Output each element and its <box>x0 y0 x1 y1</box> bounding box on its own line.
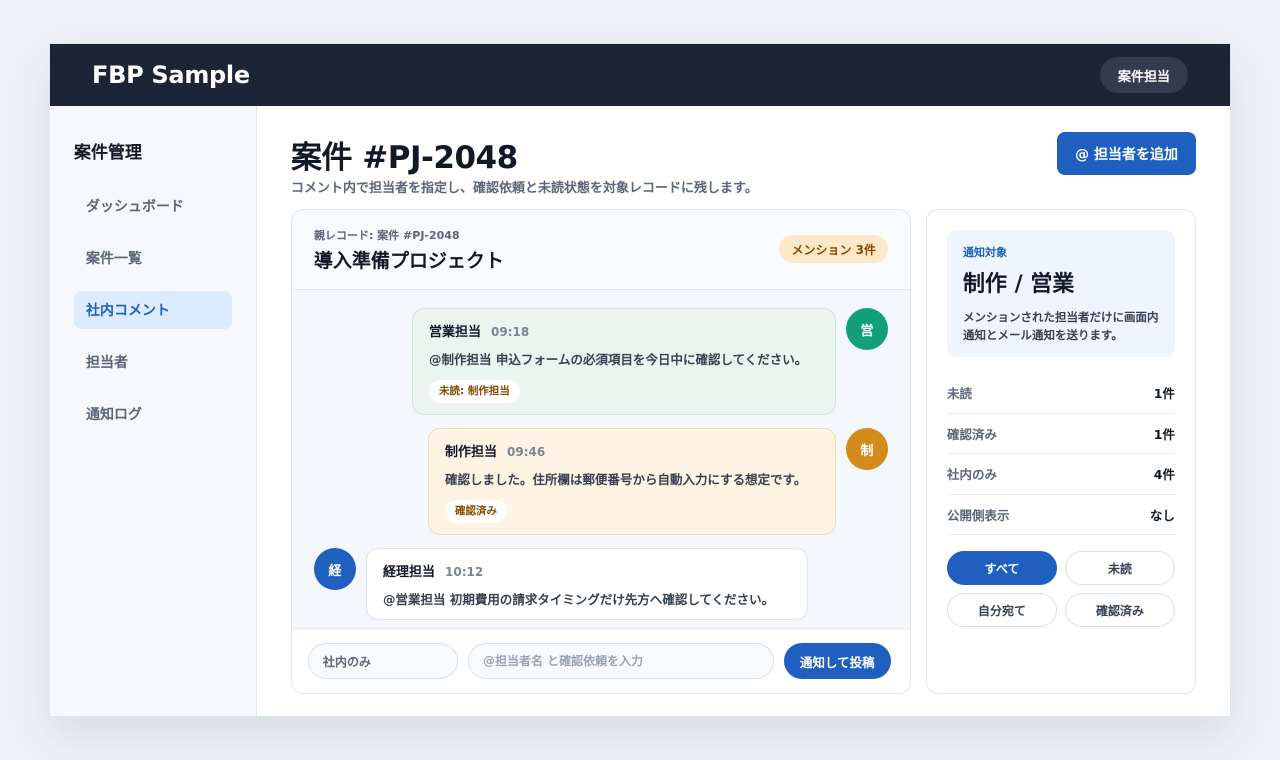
role-button[interactable]: 案件担当 <box>1099 57 1188 93</box>
stat-value: 1件 <box>1153 386 1175 402</box>
main-content: 案件 #PJ-2048 コメント内で担当者を指定し、確認依頼と未読状態を対象レコ… <box>257 106 1230 716</box>
app-title: FBP Sample <box>92 61 250 89</box>
stat-value: なし <box>1149 507 1175 523</box>
filter-unread-button[interactable]: 未読 <box>1065 551 1175 585</box>
confirmed-status-tag: 確認済み <box>445 500 507 523</box>
notification-panel: 通知対象 制作 / 営業 メンションされた担当者だけに画面内通知とメール通知を送… <box>926 209 1196 694</box>
stat-row-internal: 社内のみ 4件 <box>947 454 1175 495</box>
filter-mine-button[interactable]: 自分宛て <box>947 593 1057 627</box>
stat-value: 1件 <box>1153 426 1175 442</box>
stat-row-confirmed: 確認済み 1件 <box>947 414 1175 454</box>
message-time: 09:18 <box>491 325 530 339</box>
sidebar: 案件管理 ダッシュボード 案件一覧 社内コメント 担当者 通知ログ <box>50 106 257 716</box>
comment-input[interactable] <box>468 643 774 679</box>
unread-status-tag: 未読: 制作担当 <box>429 380 520 403</box>
sidebar-item-dashboard[interactable]: ダッシュボード <box>74 187 232 225</box>
stat-label: 確認済み <box>947 426 998 442</box>
notification-target-card: 通知対象 制作 / 営業 メンションされた担当者だけに画面内通知とメール通知を送… <box>947 230 1175 357</box>
target-label: 通知対象 <box>963 246 1007 259</box>
visibility-select[interactable]: 社内のみ <box>308 643 458 679</box>
thread-title: 導入準備プロジェクト <box>314 250 505 272</box>
message-author: 経理担当 <box>383 565 436 580</box>
status-stats: 未読 1件 確認済み 1件 社内のみ 4件 公開側表示 なし <box>947 373 1175 535</box>
filter-group: すべて 未読 自分宛て 確認済み <box>947 551 1175 627</box>
stat-row-public: 公開側表示 なし <box>947 495 1175 535</box>
sidebar-title: 案件管理 <box>74 143 142 163</box>
message-author: 営業担当 <box>429 325 482 340</box>
filter-confirmed-button[interactable]: 確認済み <box>1065 593 1175 627</box>
app-window: FBP Sample 案件担当 案件管理 ダッシュボード 案件一覧 社内コメント… <box>49 43 1231 717</box>
message-item: 制作担当 09:46 確認しました。住所欄は郵便番号から自動入力にする想定です。 … <box>428 428 836 535</box>
message-time: 09:46 <box>507 445 546 459</box>
page-title: 案件 #PJ-2048 <box>291 140 518 176</box>
mention-count-badge: メンション 3件 <box>779 235 888 263</box>
sidebar-item-notification-log[interactable]: 通知ログ <box>74 395 232 433</box>
sidebar-item-internal-comments[interactable]: 社内コメント <box>74 291 232 329</box>
stat-label: 公開側表示 <box>947 507 1010 523</box>
avatar: 経 <box>314 548 356 590</box>
stat-value: 4件 <box>1153 467 1175 483</box>
target-title: 制作 / 営業 <box>963 272 1075 297</box>
message-item: 経理担当 10:12 @営業担当 初期費用の請求タイミングだけ先方へ確認してくださ… <box>366 548 808 620</box>
page-header: 案件 #PJ-2048 コメント内で担当者を指定し、確認依頼と未読状態を対象レコ… <box>291 106 1196 209</box>
message-time: 10:12 <box>445 565 484 579</box>
thread-header: 親レコード: 案件 #PJ-2048 導入準備プロジェクト メンション 3件 <box>292 210 910 290</box>
target-description: メンションされた担当者だけに画面内通知とメール通知を送ります。 <box>963 310 1159 343</box>
stat-label: 社内のみ <box>947 467 998 483</box>
message-item: 営業担当 09:18 @制作担当 申込フォームの必須項目を今日中に確認してください… <box>412 308 836 415</box>
avatar: 営 <box>846 308 888 350</box>
add-assignee-button[interactable]: @ 担当者を追加 <box>1057 132 1196 175</box>
sidebar-item-project-list[interactable]: 案件一覧 <box>74 239 232 277</box>
sidebar-item-assignees[interactable]: 担当者 <box>74 343 232 381</box>
filter-all-button[interactable]: すべて <box>947 551 1057 585</box>
notify-post-button[interactable]: 通知して投稿 <box>784 643 891 679</box>
message-text: @制作担当 申込フォームの必須項目を今日中に確認してください。 <box>429 352 808 367</box>
comment-composer: 社内のみ 通知して投稿 <box>292 628 910 693</box>
page-subtitle: コメント内で担当者を指定し、確認依頼と未読状態を対象レコードに残します。 <box>291 181 758 196</box>
message-list: 営業担当 09:18 @制作担当 申込フォームの必須項目を今日中に確認してください… <box>292 290 910 630</box>
top-bar: FBP Sample 案件担当 <box>50 44 1230 106</box>
message-text: @営業担当 初期費用の請求タイミングだけ先方へ確認してください。 <box>383 592 775 607</box>
comment-thread: 親レコード: 案件 #PJ-2048 導入準備プロジェクト メンション 3件 営… <box>291 209 911 694</box>
stat-row-unread: 未読 1件 <box>947 373 1175 414</box>
message-text: 確認しました。住所欄は郵便番号から自動入力にする想定です。 <box>445 472 807 487</box>
parent-record-label: 親レコード: 案件 #PJ-2048 <box>314 229 460 242</box>
stat-label: 未読 <box>947 386 973 402</box>
avatar: 制 <box>846 428 888 470</box>
message-author: 制作担当 <box>445 445 498 460</box>
